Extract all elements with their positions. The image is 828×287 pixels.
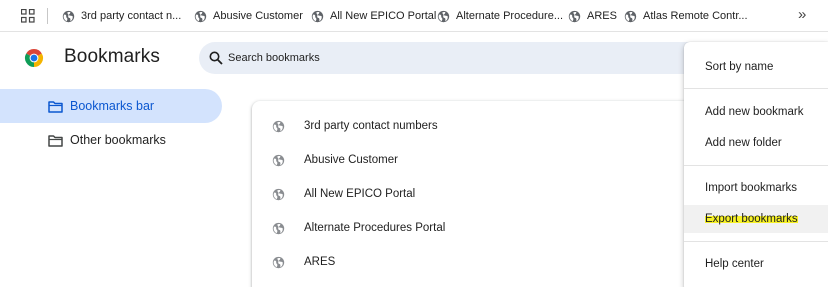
- organize-menu: Sort by name Add new bookmark Add new fo…: [684, 42, 828, 287]
- menu-item-export-bookmarks[interactable]: Export bookmarks: [684, 205, 828, 233]
- folder-icon: [48, 135, 63, 147]
- list-item-title: All New EPICO Portal: [304, 188, 416, 200]
- list-item-title: ARES: [304, 256, 336, 268]
- sidebar-item-bookmarks-bar[interactable]: Bookmarks bar: [0, 89, 222, 123]
- list-item[interactable]: Abusive Customer: [252, 144, 692, 178]
- globe-icon: [272, 188, 285, 201]
- menu-item-label: Export bookmarks: [705, 213, 798, 225]
- bookmarks-overflow-chevron-icon[interactable]: »: [798, 7, 812, 24]
- search-icon: [209, 51, 223, 65]
- globe-icon: [272, 120, 285, 133]
- globe-icon: [568, 10, 581, 22]
- apps-grid-icon[interactable]: [21, 9, 35, 23]
- menu-item-label: Add new folder: [705, 137, 782, 149]
- bookmark-list: 3rd party contact numbers Abusive Custom…: [252, 101, 692, 287]
- list-item[interactable]: ARES: [252, 246, 692, 280]
- list-item[interactable]: 3rd party contact numbers: [252, 110, 692, 144]
- globe-icon: [624, 10, 637, 22]
- bookmarks-bar-divider: [47, 8, 48, 24]
- globe-icon: [62, 10, 75, 22]
- menu-divider: [684, 88, 828, 89]
- menu-divider: [684, 241, 828, 242]
- sidebar-item-label: Other bookmarks: [70, 133, 166, 147]
- bookmark-chip-label: Alternate Procedure...: [456, 10, 564, 22]
- menu-item-label: Import bookmarks: [705, 182, 798, 194]
- bookmark-chip[interactable]: Atlas Remote Contr...: [624, 6, 748, 26]
- globe-icon: [437, 10, 450, 22]
- page-title: Bookmarks: [64, 46, 160, 67]
- menu-divider: [684, 165, 828, 166]
- list-item[interactable]: Alternate Procedures Portal: [252, 212, 692, 246]
- bookmark-chip[interactable]: Abusive Customer: [194, 6, 303, 26]
- menu-item-import-bookmarks[interactable]: Import bookmarks: [684, 174, 828, 202]
- sidebar-item-label: Bookmarks bar: [70, 99, 155, 113]
- globe-icon: [194, 10, 207, 22]
- list-item-title: Abusive Customer: [304, 154, 398, 166]
- bookmark-chip-label: Atlas Remote Contr...: [643, 10, 748, 22]
- globe-icon: [272, 256, 285, 269]
- bookmark-chip[interactable]: Alternate Procedure...: [437, 6, 563, 26]
- search-input[interactable]: [228, 48, 648, 68]
- menu-item-sort-by-name[interactable]: Sort by name: [684, 53, 828, 81]
- folder-icon: [48, 101, 63, 113]
- bookmark-chip[interactable]: ARES: [568, 6, 617, 26]
- menu-item-label: Sort by name: [705, 61, 774, 73]
- globe-icon: [311, 10, 324, 22]
- globe-icon: [272, 154, 285, 167]
- list-item[interactable]: All New EPICO Portal: [252, 178, 692, 212]
- sidebar-item-other-bookmarks[interactable]: Other bookmarks: [0, 123, 222, 157]
- menu-item-add-new-folder[interactable]: Add new folder: [684, 129, 828, 157]
- list-item-title: Alternate Procedures Portal: [304, 222, 446, 234]
- menu-item-label: Help center: [705, 258, 764, 270]
- menu-item-help-center[interactable]: Help center: [684, 250, 828, 278]
- bookmarks-bar: 3rd party contact n... Abusive Customer …: [0, 0, 828, 32]
- menu-item-add-new-bookmark[interactable]: Add new bookmark: [684, 98, 828, 126]
- bookmark-chip-label: ARES: [587, 10, 617, 22]
- bookmark-chip-label: All New EPICO Portal: [330, 10, 437, 22]
- list-item-title: 3rd party contact numbers: [304, 120, 438, 132]
- chrome-logo-icon: [24, 49, 44, 67]
- bookmark-chip[interactable]: All New EPICO Portal: [311, 6, 436, 26]
- menu-item-label: Add new bookmark: [705, 106, 804, 118]
- bookmark-chip-label: Abusive Customer: [213, 10, 303, 22]
- globe-icon: [272, 222, 285, 235]
- bookmark-chip[interactable]: 3rd party contact n...: [62, 6, 181, 26]
- bookmark-chip-label: 3rd party contact n...: [81, 10, 182, 22]
